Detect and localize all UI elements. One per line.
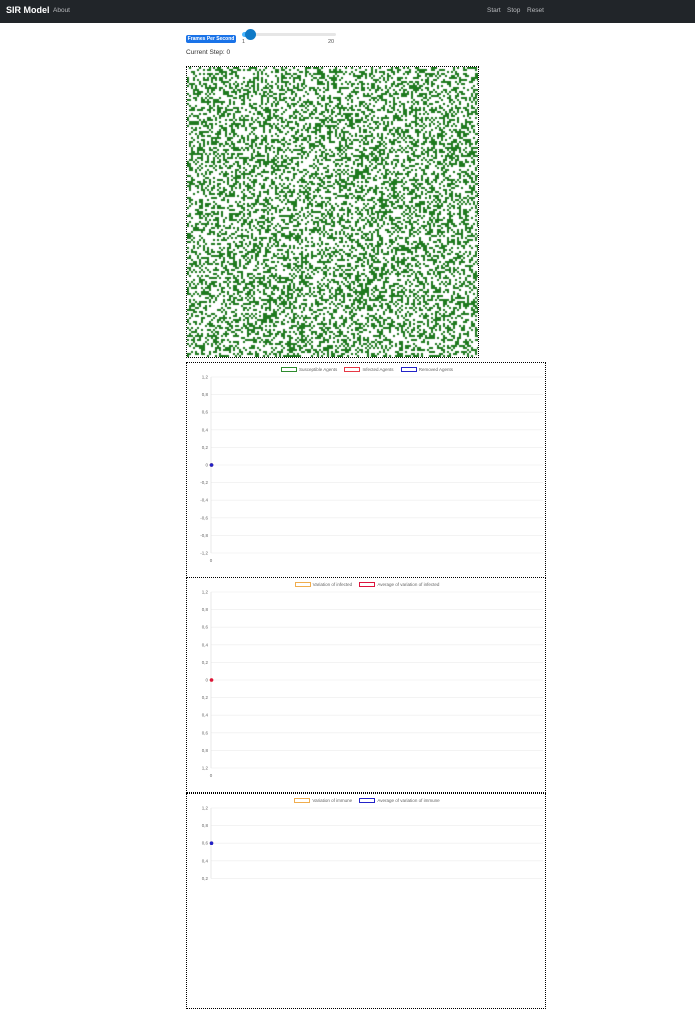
y-tick-label: 0,4 (202, 858, 209, 863)
y-tick-label: 0,8 (202, 823, 209, 828)
y-tick-label: 0,8 (202, 392, 209, 397)
y-tick-label: 0,6 (202, 410, 209, 415)
immune-variation-plot: 1,2 0,8 0,6 0,4 0,2 (202, 806, 543, 881)
data-point[interactable] (209, 463, 214, 467)
about-link[interactable]: About (53, 7, 70, 14)
y-tick-label: -0,8 (200, 533, 208, 538)
y-tick-label: 0 (205, 463, 208, 468)
y-tick-label: -0,6 (200, 515, 208, 520)
y-tick-label: 0,2 (202, 660, 209, 665)
fps-slider-min-label: 1 (242, 39, 246, 45)
y-tick-label: 0,6 (202, 841, 209, 846)
fps-slider-max-label: 20 (328, 39, 335, 45)
sir-chart-plot: 1,20,80,60,40,20-0,2-0,4-0,6-0,8-1,20 (200, 375, 543, 563)
infected-variation-chart: Variation of infected Average of variati… (186, 577, 546, 793)
agent-canvas (187, 67, 478, 357)
y-tick-label: 0,2 (202, 445, 209, 450)
reset-button[interactable]: Reset (527, 7, 544, 14)
y-tick-label: 0,6 (202, 730, 209, 735)
y-tick-label: 0,4 (202, 642, 209, 647)
y-tick-label: 1,2 (202, 766, 209, 771)
agent-grid (186, 66, 479, 358)
y-tick-label: -1,2 (200, 551, 208, 556)
fps-slider-track[interactable] (242, 33, 336, 36)
y-tick-label: 0,2 (202, 876, 209, 881)
y-tick-label: 1,2 (202, 590, 209, 595)
y-tick-label: -0,2 (200, 480, 208, 485)
sir-chart: Susceptible Agents Infected Agents Remov… (186, 362, 546, 578)
y-tick-label: 0,2 (202, 695, 209, 700)
stop-button[interactable]: Stop (507, 7, 520, 14)
y-tick-label: -0,4 (200, 498, 208, 503)
immune-variation-chart: Variation of immune Average of variation… (186, 793, 546, 1009)
x-tick-label: 0 (210, 558, 213, 563)
current-step-label: Current Step: 0 (186, 49, 231, 56)
infected-variation-plot: 1,20,80,60,40,200,20,40,60,81,20 (202, 590, 543, 778)
y-tick-label: 0 (205, 678, 208, 683)
x-tick-label: 0 (210, 773, 213, 778)
navbar: SIR Model About Start Stop Reset (0, 0, 695, 23)
data-point[interactable] (209, 841, 214, 846)
brand-link[interactable]: SIR Model (6, 5, 50, 15)
y-tick-label: 0,8 (202, 748, 209, 753)
y-tick-label: 0,6 (202, 625, 209, 630)
start-button[interactable]: Start (487, 7, 501, 14)
y-tick-label: 0,4 (202, 713, 209, 718)
fps-badge: Frames Per Second (186, 35, 236, 43)
y-tick-label: 1,2 (202, 375, 209, 380)
data-point[interactable] (209, 678, 214, 682)
y-tick-label: 1,2 (202, 806, 209, 811)
y-tick-label: 0,4 (202, 427, 209, 432)
fps-slider-handle[interactable] (245, 29, 257, 40)
y-tick-label: 0,8 (202, 607, 209, 612)
